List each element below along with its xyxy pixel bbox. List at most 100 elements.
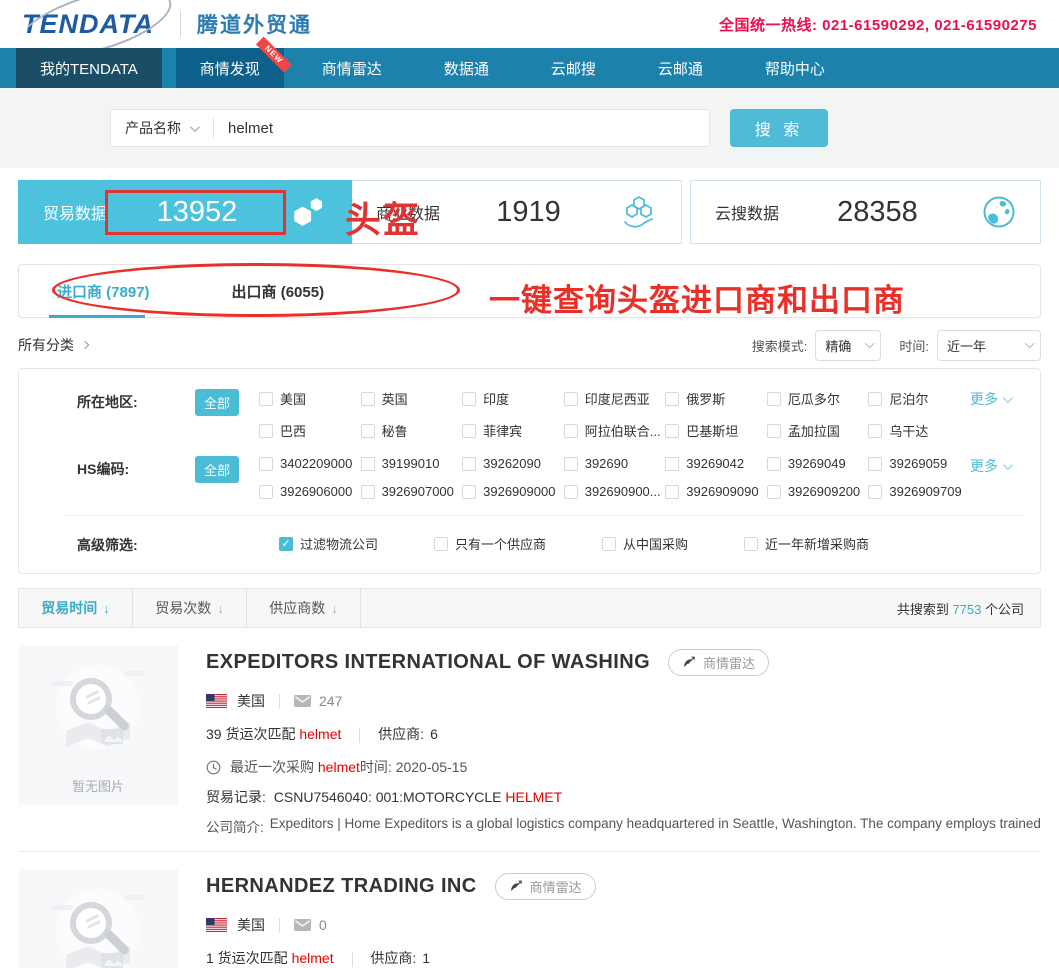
hscode-checkbox[interactable]: 3926909200 bbox=[767, 484, 869, 499]
clock-icon bbox=[206, 760, 221, 775]
nav-data-pass[interactable]: 数据通 bbox=[420, 48, 513, 88]
hscode-checkbox[interactable]: 39269049 bbox=[767, 456, 869, 471]
stat-value: 28358 bbox=[779, 196, 976, 229]
checkbox-icon bbox=[564, 424, 578, 438]
chevron-down-icon bbox=[1003, 393, 1013, 403]
nav-help-center[interactable]: 帮助中心 bbox=[741, 48, 849, 88]
nav-cloud-mail-search[interactable]: 云邮搜 bbox=[527, 48, 620, 88]
nav-business-discovery[interactable]: 商情发现 NEW bbox=[176, 48, 284, 88]
region-checkbox[interactable]: 巴西 bbox=[259, 421, 361, 440]
stat-cloud-search-data[interactable]: 云搜数据 28358 bbox=[690, 180, 1041, 244]
tab-exporters[interactable]: 出口商 (6055) bbox=[232, 281, 325, 302]
search-mode-select[interactable]: 精确 bbox=[815, 330, 881, 361]
country-label: 美国 bbox=[237, 915, 265, 935]
chevron-down-icon bbox=[1025, 338, 1035, 348]
magnifier-map-icon bbox=[43, 883, 153, 968]
nav-label: 我的TENDATA bbox=[40, 58, 138, 79]
checkbox-icon bbox=[665, 457, 679, 471]
advanced-checkbox-buy-from-china[interactable]: 从中国采购 bbox=[602, 532, 688, 555]
tab-importers[interactable]: 进口商 (7897) bbox=[57, 281, 150, 302]
search-mode-value: 精确 bbox=[825, 336, 851, 355]
radar-button[interactable]: 商情雷达 bbox=[668, 649, 769, 676]
supplier-count: 6 bbox=[430, 726, 438, 742]
company-name[interactable]: HERNANDEZ TRADING INC bbox=[206, 875, 477, 898]
hscode-checkbox[interactable]: 39199010 bbox=[361, 456, 463, 471]
time-range-select[interactable]: 近一年 bbox=[937, 330, 1041, 361]
checkbox-icon bbox=[744, 537, 758, 551]
checkbox-icon bbox=[259, 485, 273, 499]
tendata-logo[interactable]: TENDATA bbox=[18, 7, 164, 42]
radar-button[interactable]: 商情雷达 bbox=[495, 873, 596, 900]
all-categories-link[interactable]: 所有分类 bbox=[18, 335, 88, 355]
sort-trade-count[interactable]: 贸易次数↓ bbox=[133, 589, 247, 627]
region-checkbox[interactable]: 厄瓜多尔 bbox=[767, 389, 869, 408]
hscode-checkbox[interactable]: 3926906000 bbox=[259, 484, 361, 499]
hscode-checkbox[interactable]: 39262090 bbox=[462, 456, 564, 471]
us-flag-icon bbox=[206, 918, 227, 932]
region-checkbox[interactable]: 尼泊尔 bbox=[868, 389, 970, 408]
region-checkbox[interactable]: 英国 bbox=[361, 389, 463, 408]
hscode-checkbox[interactable]: 3926909000 bbox=[462, 484, 564, 499]
active-tab-underline bbox=[49, 315, 145, 318]
advanced-checkbox-new-buyers[interactable]: 近一年新增采购商 bbox=[744, 532, 869, 555]
importer-exporter-tabs: 进口商 (7897) 出口商 (6055) 一键查询头盔进口商和出口商 bbox=[18, 264, 1041, 318]
stat-value: 13952 bbox=[107, 196, 287, 229]
nav-label: 数据通 bbox=[444, 58, 489, 79]
hscode-checkbox[interactable]: 39269059 bbox=[868, 456, 970, 471]
hscode-checkbox[interactable]: 3926907000 bbox=[361, 484, 463, 499]
region-checkbox[interactable]: 乌干达 bbox=[868, 421, 970, 440]
checkbox-icon bbox=[767, 392, 781, 406]
checkbox-icon bbox=[434, 537, 448, 551]
checkbox-icon bbox=[665, 424, 679, 438]
hscode-checkbox[interactable]: 39269042 bbox=[665, 456, 767, 471]
filter-row-region: 所在地区: 全部 美国 英国 印度 印度尼西亚 俄罗斯 厄瓜多尔 尼泊尔 巴西 … bbox=[77, 389, 1026, 440]
advanced-checkbox-single-supplier[interactable]: 只有一个供应商 bbox=[434, 532, 546, 555]
region-checkbox[interactable]: 美国 bbox=[259, 389, 361, 408]
no-image-label: 暂无图片 bbox=[18, 776, 178, 795]
email-icon bbox=[294, 919, 311, 931]
nav-my-tendata[interactable]: 我的TENDATA bbox=[16, 48, 162, 88]
no-image-placeholder: 暂无图片 bbox=[18, 869, 178, 968]
sort-trade-time[interactable]: 贸易时间↓ bbox=[19, 589, 133, 627]
region-checkbox[interactable]: 俄罗斯 bbox=[665, 389, 767, 408]
region-checkbox[interactable]: 孟加拉国 bbox=[767, 421, 869, 440]
hscode-checkbox[interactable]: 3926909090 bbox=[665, 484, 767, 499]
company-name[interactable]: EXPEDITORS INTERNATIONAL OF WASHING bbox=[206, 651, 650, 674]
checkbox-icon bbox=[564, 485, 578, 499]
hscode-checkbox[interactable]: 392690 bbox=[564, 456, 666, 471]
hscode-checkbox[interactable]: 3402209000 bbox=[259, 456, 361, 471]
hscode-all-badge[interactable]: 全部 bbox=[195, 456, 239, 483]
checkbox-icon bbox=[602, 537, 616, 551]
nav-label: 商情雷达 bbox=[322, 58, 382, 79]
region-all-badge[interactable]: 全部 bbox=[195, 389, 239, 416]
nav-cloud-mail-pass[interactable]: 云邮通 bbox=[634, 48, 727, 88]
dotted-divider bbox=[65, 515, 1026, 516]
nav-business-radar[interactable]: 商情雷达 bbox=[298, 48, 406, 88]
hscode-more-link[interactable]: 更多 bbox=[970, 456, 1026, 476]
sort-supplier-count[interactable]: 供应商数↓ bbox=[247, 589, 361, 627]
trade-record-line: 贸易记录: CSNU7546040: 001:MOTORCYCLE HELMET bbox=[206, 787, 1041, 807]
radar-icon bbox=[682, 656, 696, 669]
region-checkbox[interactable]: 秘鲁 bbox=[361, 421, 463, 440]
hscode-checkbox[interactable]: 392690900... bbox=[564, 484, 666, 499]
logo-text: TENDATA bbox=[22, 9, 154, 39]
region-checkbox[interactable]: 菲律宾 bbox=[462, 421, 564, 440]
search-button[interactable]: 搜 索 bbox=[730, 109, 828, 147]
region-more-link[interactable]: 更多 bbox=[970, 389, 1026, 409]
region-checkbox[interactable]: 阿拉伯联合... bbox=[564, 421, 666, 440]
hscode-checkbox[interactable]: 3926909709 bbox=[868, 484, 970, 499]
radar-icon bbox=[509, 880, 523, 893]
checkbox-icon bbox=[665, 485, 679, 499]
field-type-select[interactable]: 产品名称 bbox=[111, 118, 213, 138]
search-input[interactable] bbox=[228, 120, 298, 137]
meta-divider bbox=[279, 694, 280, 709]
checkbox-icon bbox=[259, 392, 273, 406]
advanced-checkbox-filter-logistics[interactable]: ✓过滤物流公司 bbox=[279, 532, 378, 555]
page: TENDATA 腾道外贸通 全国统一热线: 021-61590292, 021-… bbox=[0, 0, 1059, 968]
region-checkbox[interactable]: 巴基斯坦 bbox=[665, 421, 767, 440]
region-checkbox[interactable]: 印度尼西亚 bbox=[564, 389, 666, 408]
region-checkbox[interactable]: 印度 bbox=[462, 389, 564, 408]
result-count: 7753 bbox=[952, 602, 981, 617]
stat-trade-data[interactable]: 贸易数据 13952 bbox=[18, 180, 352, 244]
nav-label: 商情发现 bbox=[200, 58, 260, 79]
